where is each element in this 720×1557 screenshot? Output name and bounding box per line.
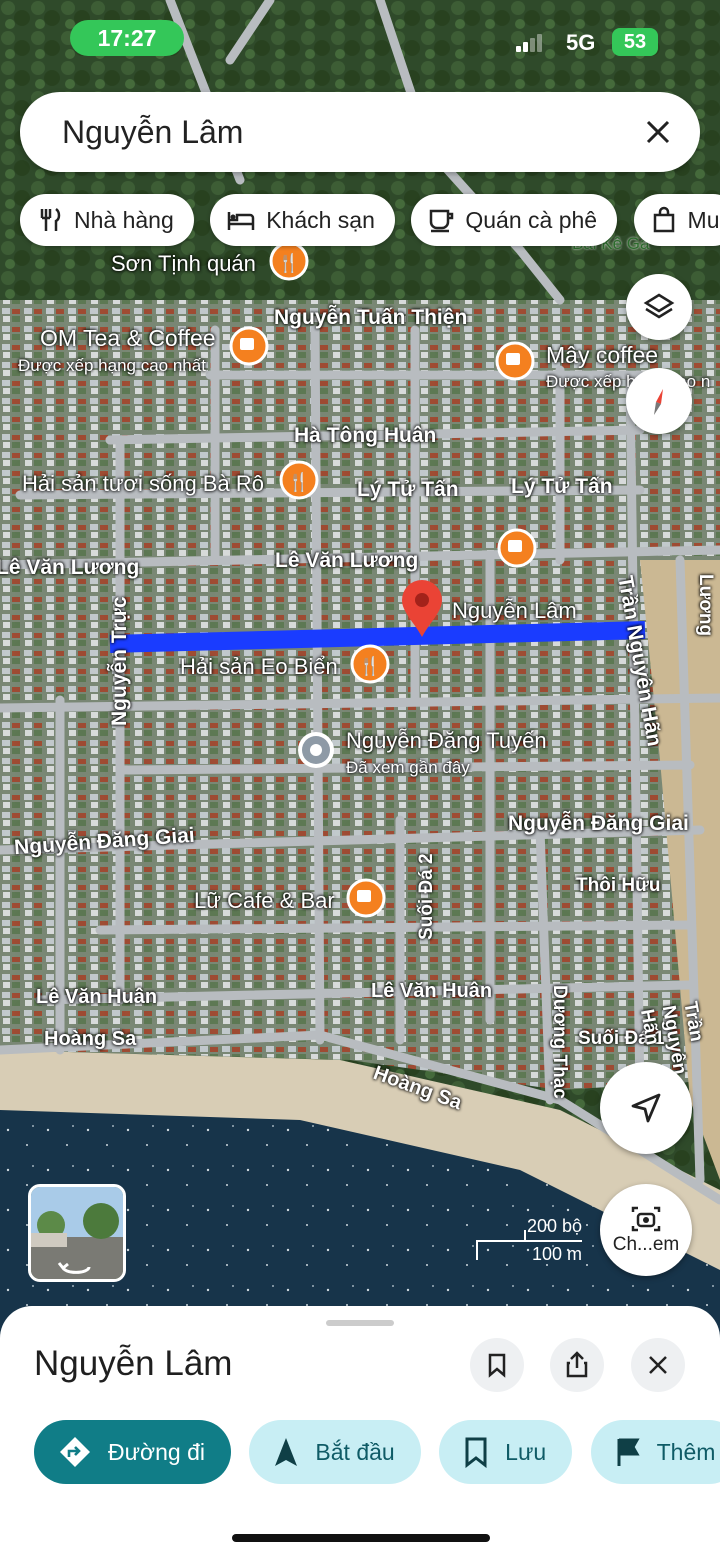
restaurant-marker[interactable]: 🍴 [279, 460, 319, 500]
camera-search-button[interactable]: Ch...em [600, 1184, 692, 1276]
svg-text:🍴: 🍴 [359, 655, 381, 677]
chip-restaurants[interactable]: Nhà hàng [20, 194, 194, 246]
chip-hotels[interactable]: Khách sạn [210, 194, 395, 246]
chip-label: Quán cà phê [465, 206, 598, 233]
location-pin-icon[interactable] [402, 580, 442, 637]
save-button[interactable]: Lưu [439, 1420, 573, 1484]
chip-coffee[interactable]: Quán cà phê [411, 194, 618, 246]
status-bar: 17:27 5G 53 [0, 0, 720, 84]
cafe-marker[interactable] [346, 878, 386, 918]
svg-text:🍴: 🍴 [288, 471, 310, 493]
chip-label: Nhà hàng [74, 206, 174, 233]
cafe-marker[interactable] [497, 528, 537, 568]
restaurant-marker[interactable]: 🍴 [350, 644, 390, 684]
close-icon [649, 1356, 667, 1374]
cafe-marker[interactable] [495, 341, 535, 381]
search-input[interactable]: Nguyễn Lâm [62, 92, 243, 172]
scale-meters: 100 m [531, 1244, 582, 1264]
battery-icon: 53 [612, 28, 658, 56]
chip-label: Mu [687, 206, 720, 233]
cafe-marker[interactable] [229, 326, 269, 366]
scale-feet: 200 bộ [526, 1216, 582, 1236]
recent-place-marker[interactable] [298, 732, 334, 768]
start-label: Bắt đầu [315, 1438, 395, 1465]
navigation-icon [275, 1438, 298, 1466]
bookmark-icon [488, 1353, 506, 1378]
my-location-button[interactable] [600, 1062, 692, 1154]
add-label-label: Thêm [656, 1438, 716, 1465]
save-icon-button[interactable] [470, 1338, 524, 1392]
start-button[interactable]: Bắt đầu [249, 1420, 421, 1484]
layers-button[interactable] [626, 274, 692, 340]
place-sheet: Nguyễn Lâm Đường đi Bắt đầu Lưu Thêm [0, 1306, 720, 1557]
layers-icon [643, 293, 675, 319]
sheet-handle[interactable] [326, 1320, 394, 1326]
place-title: Nguyễn Lâm [34, 1344, 233, 1383]
hotel-icon [227, 212, 255, 230]
share-button[interactable] [550, 1338, 604, 1392]
battery-level: 53 [623, 31, 647, 53]
category-chips: Nhà hàng Khách sạn Quán cà phê Mu [20, 194, 720, 246]
share-icon [566, 1351, 588, 1378]
home-indicator[interactable] [232, 1534, 490, 1542]
shopping-bag-icon [653, 206, 674, 233]
compass-icon [654, 389, 663, 415]
network-type: 5G [566, 30, 596, 55]
chip-label: Khách sạn [266, 206, 375, 233]
signal-icon [516, 34, 542, 52]
navigation-arrow-icon [631, 1093, 661, 1123]
bookmark-icon [465, 1437, 487, 1468]
svg-text:🍴: 🍴 [278, 252, 300, 274]
save-label: Lưu [505, 1438, 547, 1465]
search-bar[interactable]: Nguyễn Lâm [20, 92, 700, 172]
street-view-thumbnail[interactable] [28, 1184, 126, 1282]
action-row: Đường đi Bắt đầu Lưu Thêm [34, 1420, 720, 1484]
status-time: 17:27 [70, 20, 184, 56]
directions-icon [60, 1437, 90, 1467]
flag-icon [617, 1438, 640, 1466]
close-icon[interactable] [642, 116, 674, 148]
restaurant-icon [40, 208, 61, 231]
map-scale: 200 bộ 100 m [476, 1216, 588, 1264]
restaurant-marker[interactable]: 🍴 [269, 241, 309, 281]
close-sheet-button[interactable] [631, 1338, 685, 1392]
directions-label: Đường đi [108, 1438, 205, 1465]
camera-icon [631, 1206, 661, 1232]
chip-shopping[interactable]: Mu [633, 194, 720, 246]
coffee-icon [430, 209, 454, 233]
compass-button[interactable] [626, 368, 692, 434]
add-label-button[interactable]: Thêm [590, 1420, 720, 1484]
directions-button[interactable]: Đường đi [34, 1420, 231, 1484]
camera-label: Ch...em [612, 1234, 680, 1255]
